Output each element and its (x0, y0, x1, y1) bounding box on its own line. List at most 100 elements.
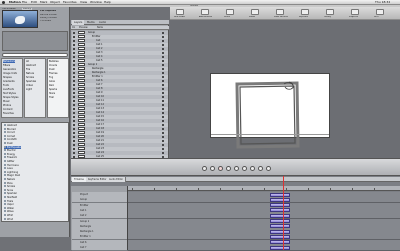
toolbar-button[interactable] (276, 9, 284, 15)
lock-icon[interactable] (162, 136, 164, 138)
lock-icon[interactable] (162, 152, 164, 154)
list-item[interactable]: Music (3, 100, 10, 103)
menu-view[interactable]: View (80, 1, 87, 4)
apple-menu-icon[interactable] (2, 1, 5, 4)
layer-visibility-checkbox[interactable] (73, 144, 75, 146)
list-item[interactable]: Blurred (4, 128, 16, 131)
list-item[interactable]: Shapes (3, 76, 12, 79)
list-item[interactable]: Bubbles (49, 60, 59, 63)
layer-visibility-checkbox[interactable] (73, 68, 75, 70)
layer-visibility-checkbox[interactable] (73, 84, 75, 86)
layer-visibility-checkbox[interactable] (73, 148, 75, 150)
list-item[interactable]: Gradients (3, 80, 15, 83)
list-item[interactable]: Wave (4, 210, 14, 213)
timeline-clip[interactable] (270, 229, 290, 234)
toolbar-button[interactable] (226, 9, 234, 15)
tab-media[interactable]: Media (85, 20, 97, 25)
lock-icon[interactable] (162, 60, 164, 62)
lock-icon[interactable] (162, 92, 164, 94)
list-item[interactable]: Abstract (26, 64, 36, 67)
toolbar-button[interactable] (176, 9, 184, 15)
lock-icon[interactable] (162, 100, 164, 102)
lock-icon[interactable] (162, 44, 164, 46)
lock-icon[interactable] (162, 72, 164, 74)
lock-icon[interactable] (162, 80, 164, 82)
tab-timeline[interactable]: Timeline (72, 177, 87, 182)
list-item[interactable]: Whirl (4, 214, 13, 217)
list-item[interactable]: Photos (3, 104, 11, 107)
layer-visibility-checkbox[interactable] (73, 136, 75, 138)
lock-icon[interactable] (162, 64, 164, 66)
tab-audio-editor[interactable]: Audio Editor (107, 177, 127, 182)
lock-icon[interactable] (162, 88, 164, 90)
layer-visibility-checkbox[interactable] (73, 120, 75, 122)
list-item[interactable]: Lightning (4, 171, 18, 174)
lock-icon[interactable] (162, 32, 164, 34)
list-item[interactable]: All (26, 60, 29, 63)
list-item[interactable]: Wind (4, 218, 13, 221)
list-item[interactable]: Firework (4, 156, 17, 159)
lock-icon[interactable] (162, 132, 164, 134)
lock-icon[interactable] (162, 108, 164, 110)
list-item[interactable]: Magic Dust (4, 174, 20, 177)
list-item[interactable]: Lava (4, 167, 13, 170)
list-item[interactable]: Smoke (26, 76, 34, 79)
menu-help[interactable]: Help (104, 1, 111, 4)
layer-visibility-checkbox[interactable] (73, 108, 75, 110)
lock-icon[interactable] (162, 104, 164, 106)
list-item[interactable]: Fog (49, 76, 53, 79)
list-item[interactable]: Text Styles (3, 92, 16, 95)
list-item[interactable]: Favorites (3, 112, 14, 115)
list-item[interactable]: Image Units (3, 72, 17, 75)
layer-visibility-checkbox[interactable] (73, 100, 75, 102)
play-button[interactable] (226, 166, 231, 171)
layer-visibility-checkbox[interactable] (73, 60, 75, 62)
menu-object[interactable]: Object (50, 1, 60, 4)
lock-icon[interactable] (162, 144, 164, 146)
toolbar-button[interactable] (251, 9, 259, 15)
lock-icon[interactable] (162, 120, 164, 122)
layer-visibility-checkbox[interactable] (73, 112, 75, 114)
list-item[interactable]: Smoke (4, 185, 15, 188)
menu-mark[interactable]: Mark (40, 1, 47, 4)
list-item[interactable]: Vapor (4, 203, 14, 206)
list-item[interactable]: Urban (26, 84, 33, 87)
lock-icon[interactable] (162, 116, 164, 118)
layer-visibility-checkbox[interactable] (73, 40, 75, 42)
layer-visibility-checkbox[interactable] (73, 152, 75, 154)
layer-visibility-checkbox[interactable] (73, 132, 75, 134)
layer-visibility-checkbox[interactable] (73, 72, 75, 74)
layer-visibility-checkbox[interactable] (73, 52, 75, 54)
lock-icon[interactable] (162, 76, 164, 78)
lock-icon[interactable] (162, 124, 164, 126)
layer-visibility-checkbox[interactable] (73, 116, 75, 118)
menu-app-name[interactable]: Motion (9, 1, 21, 4)
layer-visibility-checkbox[interactable] (73, 32, 75, 34)
lock-icon[interactable] (162, 96, 164, 98)
list-item[interactable]: Rain (49, 84, 54, 87)
audio-button[interactable] (258, 166, 263, 171)
record-button[interactable] (218, 166, 223, 171)
timeline-clip[interactable] (270, 213, 290, 218)
timeline-clip[interactable] (270, 224, 290, 229)
timeline-clip[interactable] (270, 192, 290, 197)
layer-visibility-checkbox[interactable] (73, 76, 75, 78)
layer-visibility-checkbox[interactable] (73, 124, 75, 126)
list-item[interactable]: Hurricane (4, 164, 19, 167)
list-item[interactable]: Light (26, 88, 32, 91)
toolbar-button[interactable] (301, 9, 309, 15)
list-item[interactable]: Confetti (4, 138, 17, 141)
list-item[interactable]: Shape Styles (3, 96, 19, 99)
list-item[interactable]: Trail (49, 96, 54, 99)
playhead[interactable] (283, 176, 284, 250)
lock-icon[interactable] (162, 148, 164, 150)
library-file-list[interactable]: Abstract Blurred Circuit Comet Confetti Dust E… (1, 122, 69, 222)
toolbar-button[interactable] (201, 9, 209, 15)
timeline-clip[interactable] (270, 203, 290, 208)
lock-icon[interactable] (162, 40, 164, 42)
lock-icon[interactable] (162, 68, 164, 70)
layer-visibility-checkbox[interactable] (73, 56, 75, 58)
lock-icon[interactable] (162, 56, 164, 58)
list-item[interactable]: Electric (4, 149, 16, 152)
list-item[interactable]: Glitter (4, 160, 15, 163)
